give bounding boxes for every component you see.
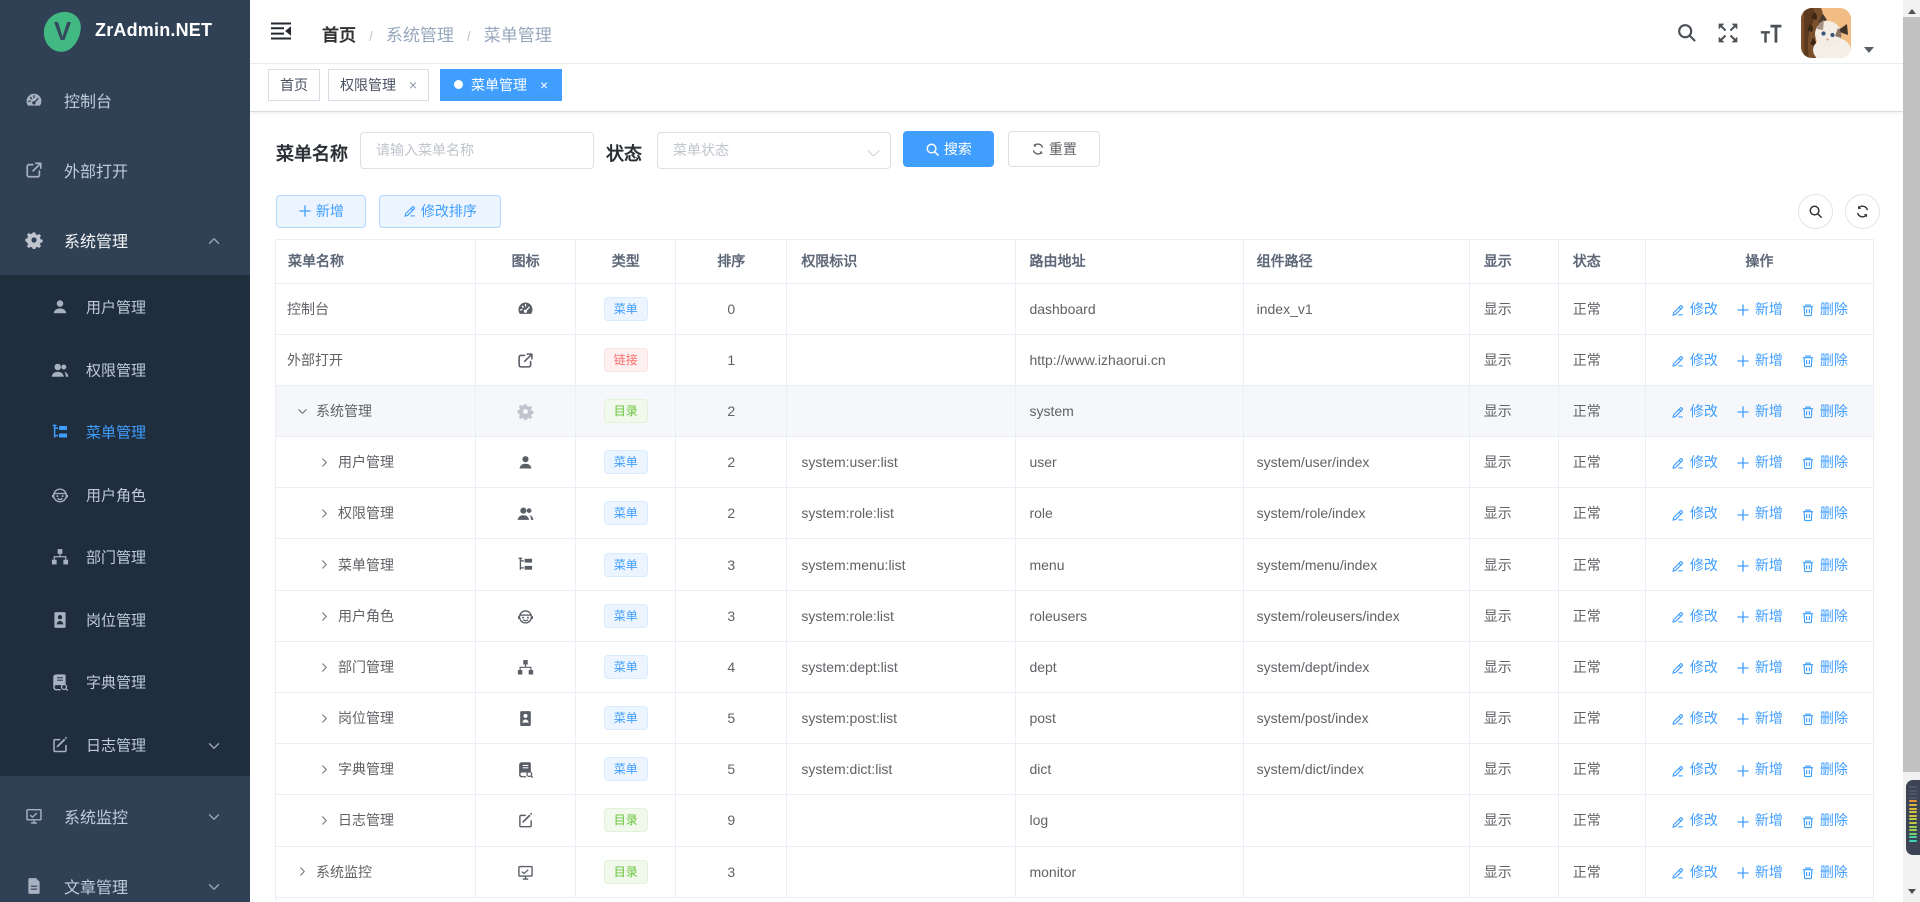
svg-text:V: V <box>54 16 72 46</box>
